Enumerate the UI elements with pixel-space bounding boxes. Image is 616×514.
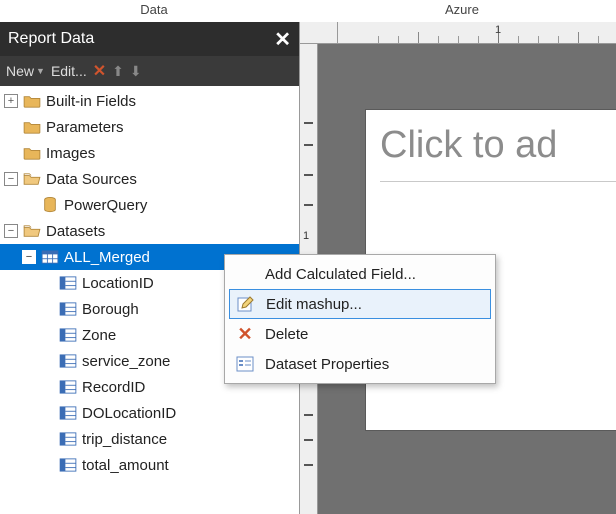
ruler-vtick-1: 1 xyxy=(303,230,309,242)
expand-placeholder xyxy=(4,120,18,134)
tree-node-datasources[interactable]: − Data Sources xyxy=(0,166,299,192)
expand-placeholder xyxy=(40,432,54,446)
ruler-horizontal: 1 xyxy=(338,22,616,44)
ruler-tick-1: 1 xyxy=(495,24,501,36)
context-label: Delete xyxy=(265,326,308,343)
expand-placeholder xyxy=(40,406,54,420)
tree-label: LocationID xyxy=(82,275,154,292)
panel-title: Report Data xyxy=(8,30,274,48)
field-icon xyxy=(58,300,78,318)
context-delete[interactable]: ✕ Delete xyxy=(229,319,491,349)
edit-icon xyxy=(236,294,256,314)
tree-label: trip_distance xyxy=(82,431,167,448)
delete-icon: ✕ xyxy=(235,324,255,344)
collapse-icon[interactable]: − xyxy=(4,224,18,238)
folder-open-icon xyxy=(22,170,42,188)
tree-label: Built-in Fields xyxy=(46,93,136,110)
database-icon xyxy=(40,196,60,214)
field-icon xyxy=(58,326,78,344)
tree-node-builtin[interactable]: + Built-in Fields xyxy=(0,88,299,114)
tree-label: RecordID xyxy=(82,379,145,396)
tree-label: Borough xyxy=(82,301,139,318)
tree-label: Parameters xyxy=(46,119,124,136)
new-button[interactable]: New ▼ xyxy=(6,63,45,79)
tree-label: total_amount xyxy=(82,457,169,474)
panel-toolbar: New ▼ Edit... ✕ ⬆ ⬇ xyxy=(0,56,299,86)
tree-label: DOLocationID xyxy=(82,405,176,422)
table-icon xyxy=(40,248,60,266)
tree-node-images[interactable]: Images xyxy=(0,140,299,166)
properties-icon xyxy=(235,354,255,374)
collapse-icon[interactable]: − xyxy=(4,172,18,186)
move-down-icon[interactable]: ⬇ xyxy=(130,63,142,80)
field-icon xyxy=(58,352,78,370)
expand-placeholder xyxy=(22,198,36,212)
tree-label: Zone xyxy=(82,327,116,344)
menu-data[interactable]: Data xyxy=(0,0,308,22)
new-label: New xyxy=(6,63,34,79)
context-dataset-properties[interactable]: Dataset Properties xyxy=(229,349,491,379)
close-icon[interactable]: ✕ xyxy=(274,27,291,52)
context-label: Dataset Properties xyxy=(265,356,389,373)
tree-label: Datasets xyxy=(46,223,105,240)
tree-node-datasets[interactable]: − Datasets xyxy=(0,218,299,244)
tree-node-field[interactable]: total_amount xyxy=(0,452,299,478)
tree-label: Data Sources xyxy=(46,171,137,188)
app-menubar: Data Azure xyxy=(0,0,616,22)
edit-button[interactable]: Edit... xyxy=(51,63,87,79)
field-icon xyxy=(58,430,78,448)
tree-label: service_zone xyxy=(82,353,170,370)
tree-label: ALL_Merged xyxy=(64,249,150,266)
field-icon xyxy=(58,274,78,292)
folder-open-icon xyxy=(22,222,42,240)
context-edit-mashup[interactable]: Edit mashup... xyxy=(229,289,491,319)
expand-placeholder xyxy=(40,328,54,342)
context-label: Edit mashup... xyxy=(266,296,362,313)
tree-node-field[interactable]: trip_distance xyxy=(0,426,299,452)
context-menu: Add Calculated Field... Edit mashup... ✕… xyxy=(224,254,496,384)
tree-node-field[interactable]: DOLocationID xyxy=(0,400,299,426)
folder-icon xyxy=(22,144,42,162)
expand-placeholder xyxy=(40,276,54,290)
tree-node-parameters[interactable]: Parameters xyxy=(0,114,299,140)
context-add-calculated-field[interactable]: Add Calculated Field... xyxy=(229,259,491,289)
expand-icon[interactable]: + xyxy=(4,94,18,108)
panel-header: Report Data ✕ xyxy=(0,22,299,56)
tree-node-powerquery[interactable]: PowerQuery xyxy=(0,192,299,218)
title-placeholder[interactable]: Click to ad xyxy=(366,110,616,181)
context-label: Add Calculated Field... xyxy=(265,266,416,283)
field-icon xyxy=(58,378,78,396)
expand-placeholder xyxy=(40,458,54,472)
folder-icon xyxy=(22,92,42,110)
blank-icon xyxy=(235,264,255,284)
expand-placeholder xyxy=(40,380,54,394)
field-icon xyxy=(58,456,78,474)
tree-label: Images xyxy=(46,145,95,162)
field-icon xyxy=(58,404,78,422)
folder-icon xyxy=(22,118,42,136)
delete-icon[interactable]: ✕ xyxy=(93,61,106,81)
menu-azure[interactable]: Azure xyxy=(308,0,616,22)
tree-label: PowerQuery xyxy=(64,197,147,214)
collapse-icon[interactable]: − xyxy=(22,250,36,264)
expand-placeholder xyxy=(40,354,54,368)
expand-placeholder xyxy=(4,146,18,160)
chevron-down-icon: ▼ xyxy=(36,66,45,76)
edit-label: Edit... xyxy=(51,63,87,79)
ruler-corner xyxy=(300,22,338,44)
title-underline xyxy=(380,181,616,182)
move-up-icon[interactable]: ⬆ xyxy=(112,63,124,80)
expand-placeholder xyxy=(40,302,54,316)
